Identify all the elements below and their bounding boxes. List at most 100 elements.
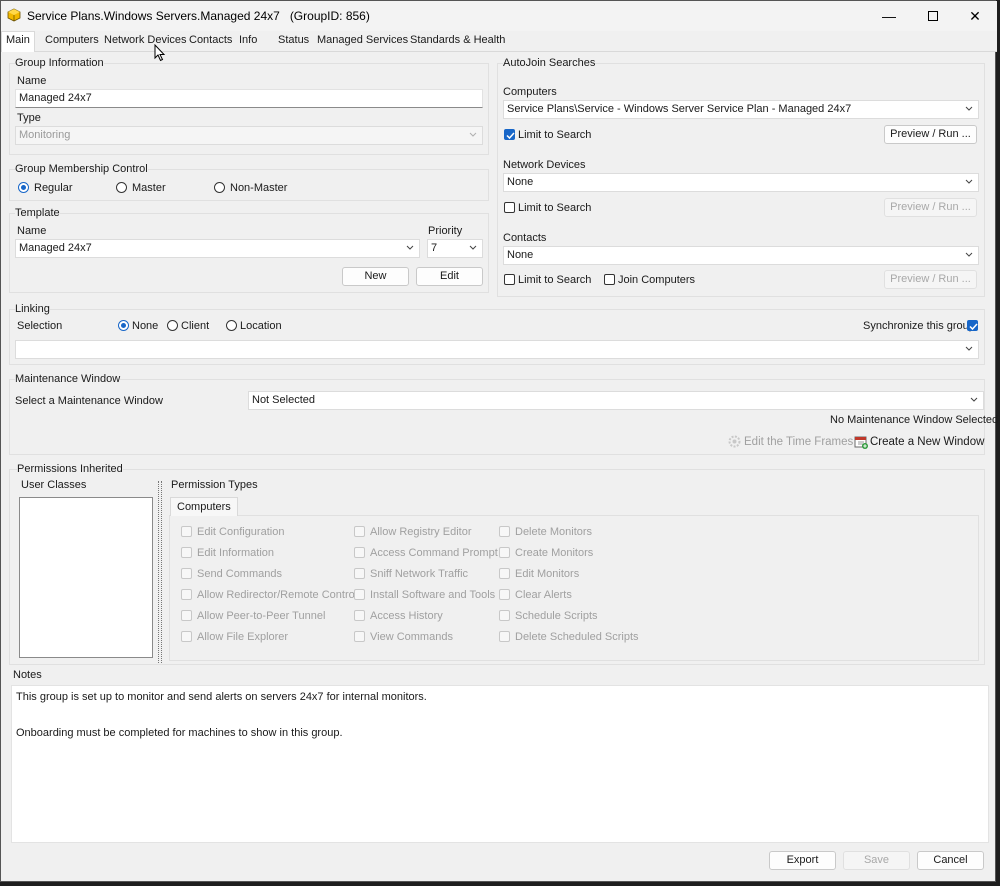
perm-label: Access History — [370, 610, 443, 622]
linking-client-radio[interactable] — [167, 320, 178, 331]
window-title: Service Plans.Windows Servers.Managed 24… — [27, 9, 370, 23]
autojoin-network-select[interactable]: None — [503, 173, 979, 192]
perm-checkbox[interactable] — [499, 610, 510, 621]
chevron-down-icon — [965, 346, 973, 351]
linking-none-label: None — [132, 320, 159, 332]
membership-label: Group Membership Control — [15, 163, 148, 175]
perm-checkbox[interactable] — [181, 631, 192, 642]
perm-checkbox[interactable] — [499, 589, 510, 600]
synchronize-checkbox[interactable] — [967, 320, 978, 331]
perm-label: View Commands — [370, 631, 453, 643]
chevron-down-icon — [406, 245, 414, 250]
autojoin-computers-select[interactable]: Service Plans\Service - Windows Server S… — [503, 100, 979, 119]
network-limit-checkbox[interactable] — [504, 202, 515, 213]
tab-standards-health[interactable]: Standards & Health — [410, 34, 505, 46]
group-information-label: Group Information — [15, 57, 104, 69]
join-computers-checkbox[interactable] — [604, 274, 615, 285]
template-edit-button[interactable]: Edit — [416, 267, 483, 286]
group-name-input[interactable]: Managed 24x7 — [15, 89, 483, 108]
tab-permission-computers[interactable]: Computers — [170, 497, 238, 516]
perm-label: Delete Scheduled Scripts — [515, 631, 639, 643]
user-classes-list[interactable] — [19, 497, 153, 658]
perm-checkbox[interactable] — [499, 547, 510, 558]
linking-select[interactable] — [15, 340, 979, 359]
cancel-button[interactable]: Cancel — [917, 851, 984, 870]
chevron-down-icon — [970, 397, 978, 402]
template-label: Template — [15, 207, 60, 219]
master-label: Master — [132, 182, 166, 194]
perm-label: Access Command Prompt — [370, 547, 498, 559]
name-label: Name — [17, 75, 47, 87]
perm-checkbox[interactable] — [354, 610, 365, 621]
tab-managed-services[interactable]: Managed Services — [317, 34, 408, 46]
template-new-button[interactable]: New — [342, 267, 409, 286]
network-limit-label: Limit to Search — [518, 202, 592, 214]
title-bar: Service Plans.Windows Servers.Managed 24… — [1, 1, 997, 31]
perm-checkbox[interactable] — [181, 547, 192, 558]
perm-checkbox[interactable] — [181, 526, 192, 537]
maintenance-select[interactable]: Not Selected — [248, 391, 984, 410]
perm-checkbox[interactable] — [181, 568, 192, 579]
edit-time-frames-link[interactable]: Edit the Time Frames — [744, 436, 853, 448]
app-cube-icon — [7, 8, 21, 25]
regular-radio[interactable] — [18, 182, 29, 193]
perm-checkbox[interactable] — [499, 631, 510, 642]
save-button[interactable]: Save — [843, 851, 910, 870]
perm-checkbox[interactable] — [499, 568, 510, 579]
perm-label: Install Software and Tools — [370, 589, 496, 601]
perm-label: Edit Monitors — [515, 568, 580, 580]
perm-label: Allow Registry Editor — [370, 526, 472, 538]
computers-limit-checkbox[interactable] — [504, 129, 515, 140]
notes-line: This group is set up to monitor and send… — [16, 691, 427, 703]
contacts-preview-button[interactable]: Preview / Run ... — [884, 270, 977, 289]
network-preview-button[interactable]: Preview / Run ... — [884, 198, 977, 217]
perm-checkbox[interactable] — [354, 568, 365, 579]
chevron-down-icon — [965, 106, 973, 111]
tab-info[interactable]: Info — [239, 34, 257, 46]
type-select[interactable]: Monitoring — [15, 126, 483, 145]
maximize-button[interactable] — [911, 1, 955, 31]
template-name-label: Name — [17, 225, 47, 237]
export-button[interactable]: Export — [769, 851, 836, 870]
non-master-radio[interactable] — [214, 182, 225, 193]
perm-checkbox[interactable] — [354, 589, 365, 600]
autojoin-contacts-label: Contacts — [503, 232, 547, 244]
autojoin-computers-label: Computers — [503, 86, 557, 98]
linking-client-label: Client — [181, 320, 210, 332]
computers-preview-button[interactable]: Preview / Run ... — [884, 125, 977, 144]
perm-checkbox[interactable] — [354, 631, 365, 642]
tab-main[interactable]: Main — [1, 31, 35, 52]
autojoin-contacts-select[interactable]: None — [503, 246, 979, 265]
tab-status[interactable]: Status — [278, 34, 309, 46]
linking-none-radio[interactable] — [118, 320, 129, 331]
perm-checkbox[interactable] — [354, 526, 365, 537]
perm-label: Allow Redirector/Remote Control — [197, 589, 358, 601]
tab-computers[interactable]: Computers — [45, 34, 99, 46]
master-radio[interactable] — [116, 182, 127, 193]
perm-label: Sniff Network Traffic — [370, 568, 469, 580]
contacts-limit-checkbox[interactable] — [504, 274, 515, 285]
select-maintenance-label: Select a Maintenance Window — [15, 395, 163, 407]
minimize-button[interactable]: — — [867, 1, 911, 31]
perm-checkbox[interactable] — [499, 526, 510, 537]
synchronize-label: Synchronize this group — [863, 320, 975, 332]
perm-label: Create Monitors — [515, 547, 594, 559]
perm-checkbox[interactable] — [181, 610, 192, 621]
create-window-link[interactable]: Create a New Window — [870, 436, 984, 448]
template-name-select[interactable]: Managed 24x7 — [15, 239, 420, 258]
priority-select[interactable]: 7 — [427, 239, 483, 258]
tab-contacts[interactable]: Contacts — [189, 34, 232, 46]
autojoin-label: AutoJoin Searches — [503, 57, 596, 69]
linking-location-radio[interactable] — [226, 320, 237, 331]
perm-label: Send Commands — [197, 568, 282, 580]
tab-network-devices[interactable]: Network Devices — [104, 34, 187, 46]
splitter-handle[interactable] — [158, 481, 162, 663]
perm-checkbox[interactable] — [354, 547, 365, 558]
maintenance-label: Maintenance Window — [15, 373, 121, 385]
perm-label: Edit Configuration — [197, 526, 285, 538]
chevron-down-icon — [469, 245, 477, 250]
perm-checkbox[interactable] — [181, 589, 192, 600]
chevron-down-icon — [965, 252, 973, 257]
notes-textarea[interactable]: This group is set up to monitor and send… — [11, 685, 989, 843]
close-button[interactable]: ✕ — [953, 1, 997, 31]
